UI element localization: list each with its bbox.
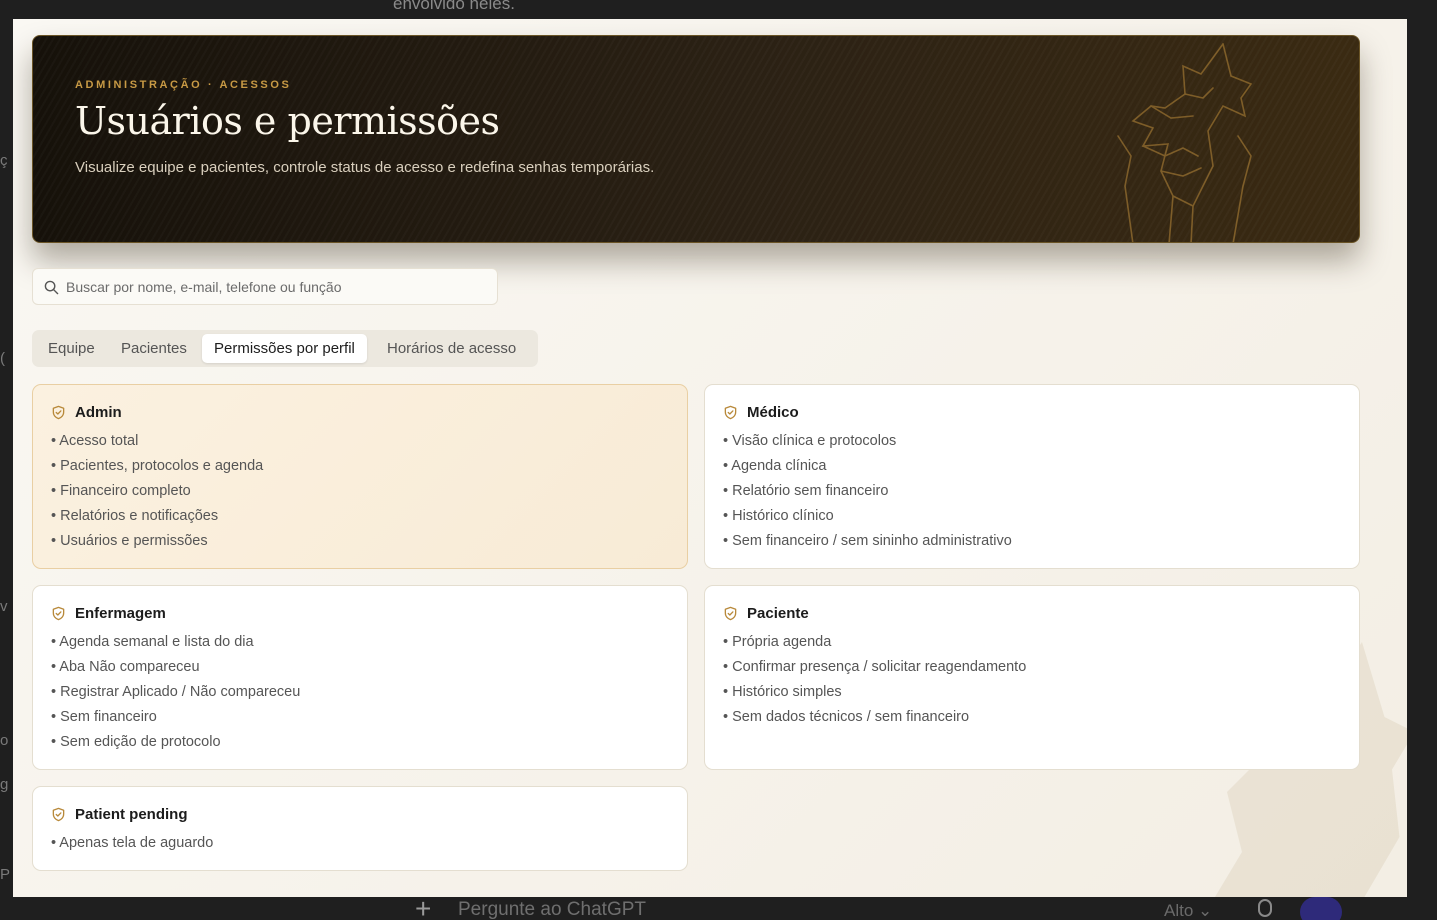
permission-item: • Relatório sem financeiro [723,483,889,499]
permission-item: • Visão clínica e protocolos [723,433,897,449]
profile-card-medico: Médico • Visão clínica e protocolos • Ag… [704,384,1360,569]
search-input[interactable] [66,269,486,304]
profile-title: Médico [747,403,799,421]
profile-card-paciente: Paciente • Própria agenda • Confirmar pr… [704,585,1360,770]
page-title: Usuários e permissões [75,99,500,143]
profile-title: Admin [75,403,122,421]
chat-composer [0,897,1437,920]
hero-banner: ADMINISTRAÇÃO · ACESSOS Usuários e permi… [32,35,1360,243]
admin-window: ADMINISTRAÇÃO · ACESSOS Usuários e permi… [13,19,1407,897]
permission-item: • Própria agenda [723,634,832,650]
microphone-icon[interactable] [1258,899,1272,917]
shield-check-icon [52,606,65,620]
permission-item: • Pacientes, protocolos e agenda [51,458,264,474]
tab-bar: Equipe Pacientes Permissões por perfil H… [32,330,538,367]
profile-card-admin: Admin • Acesso total • Pacientes, protoc… [32,384,688,569]
tab-pacientes[interactable]: Pacientes [109,334,199,363]
background-edge-text: g [0,776,9,793]
shield-check-icon [724,606,737,620]
page-subtitle: Visualize equipe e pacientes, controle s… [75,159,655,176]
search-box[interactable] [32,268,498,305]
permission-item: • Sem financeiro / sem sininho administr… [723,533,1012,549]
permission-item: • Confirmar presença / solicitar reagend… [723,659,1027,675]
permission-item: • Sem dados técnicos / sem financeiro [723,709,970,725]
permission-item: • Sem financeiro [51,709,157,725]
shield-check-icon [52,807,65,821]
permission-item: • Registrar Aplicado / Não compareceu [51,684,301,700]
background-edge-text: ç [0,152,8,169]
wolf-logo-icon [1117,43,1253,242]
profile-title: Enfermagem [75,604,166,622]
permission-item: • Agenda clínica [723,458,827,474]
tab-equipe[interactable]: Equipe [36,334,107,363]
tab-horarios-de-acesso[interactable]: Horários de acesso [375,334,528,363]
profile-card-enfermagem: Enfermagem • Agenda semanal e lista do d… [32,585,688,770]
permission-item: • Financeiro completo [51,483,191,499]
profile-title: Paciente [747,604,809,622]
permission-item: • Apenas tela de aguardo [51,835,214,851]
background-edge-text: P [0,866,11,883]
permission-item: • Histórico simples [723,684,842,700]
search-icon [44,280,59,295]
voice-mode-button[interactable] [1300,897,1342,920]
background-edge-text: ( [0,350,5,367]
model-selector[interactable]: Alto ⌄ [1164,901,1212,920]
hero-eyebrow: ADMINISTRAÇÃO · ACESSOS [75,79,292,91]
profile-title: Patient pending [75,805,188,823]
shield-check-icon [52,405,65,419]
shield-check-icon [724,405,737,419]
permission-item: • Histórico clínico [723,508,834,524]
permission-item: • Acesso total [51,433,139,449]
profile-card-patient-pending: Patient pending • Apenas tela de aguardo [32,786,688,871]
permission-item: • Relatórios e notificações [51,508,219,524]
composer-placeholder[interactable]: Pergunte ao ChatGPT [458,899,646,920]
background-edge-text: v [0,598,8,615]
plus-icon[interactable]: + [415,893,431,920]
permission-item: • Sem edição de protocolo [51,734,221,750]
permission-item: • Usuários e permissões [51,533,208,549]
permission-item: • Agenda semanal e lista do dia [51,634,254,650]
tab-permissoes-por-perfil[interactable]: Permissões por perfil [202,334,367,363]
background-text: envolvido neles. [393,0,515,13]
permission-item: • Aba Não compareceu [51,659,200,675]
background-edge-text: o [0,732,9,749]
